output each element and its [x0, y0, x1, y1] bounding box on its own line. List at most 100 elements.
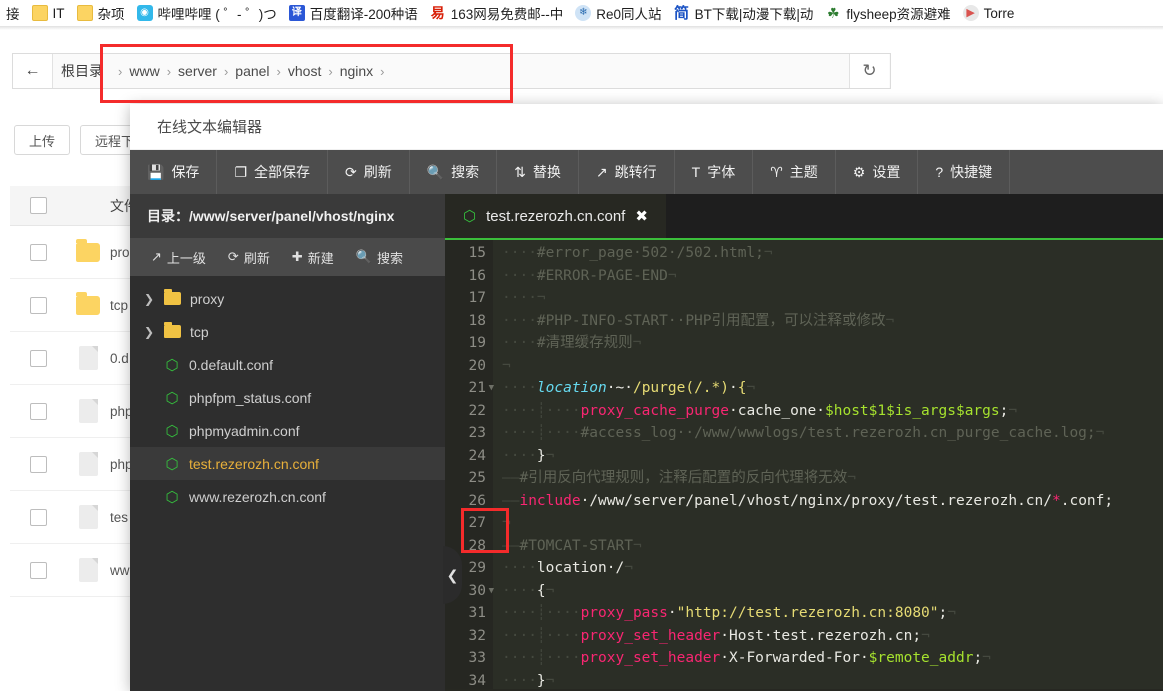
- code-line[interactable]: ····#清理缓存规则¬: [502, 332, 1163, 355]
- line-number[interactable]: 32: [445, 625, 493, 648]
- code-line[interactable]: ····┊····proxy_cache_purge·cache_one·$ho…: [502, 400, 1163, 423]
- breadcrumb-item-nginx[interactable]: nginx: [340, 63, 373, 79]
- tree-item-test.rezerozh.cn.conf[interactable]: ⬡ test.rezerozh.cn.conf: [130, 447, 445, 480]
- tree-item-phpmyadmin.conf[interactable]: ⬡ phpmyadmin.conf: [130, 414, 445, 447]
- code-line[interactable]: ····}¬: [502, 445, 1163, 468]
- code-lines[interactable]: ····#error_page·502·/502.html;¬ ····#ERRO…: [493, 240, 1163, 689]
- tree-plus-button[interactable]: ✚ 新建: [283, 243, 343, 271]
- close-icon[interactable]: ✖: [635, 207, 648, 225]
- line-number[interactable]: 16: [445, 265, 493, 288]
- row-checkbox[interactable]: [10, 296, 66, 314]
- code-line[interactable]: ····┊····proxy_pass·"http://test.rezeroz…: [502, 602, 1163, 625]
- toolbar-refresh-button[interactable]: ⟳ 刷新: [328, 150, 410, 194]
- line-number[interactable]: 21 ▼: [445, 377, 494, 400]
- toolbar-goto-line-button[interactable]: ↗ 跳转行: [579, 150, 675, 194]
- line-number[interactable]: 34: [445, 670, 493, 691]
- bookmark-item[interactable]: 接: [0, 1, 26, 25]
- line-number[interactable]: 17: [445, 287, 493, 310]
- code-line[interactable]: ····#error_page·502·/502.html;¬: [502, 242, 1163, 265]
- breadcrumb-item-vhost[interactable]: vhost: [288, 63, 321, 79]
- torrent-icon: ▶: [962, 5, 979, 21]
- code-line[interactable]: ¬: [502, 355, 1163, 378]
- code-line[interactable]: ····┊····proxy_set_header·X-Forwarded-Fo…: [502, 647, 1163, 670]
- code-token: ¬: [1095, 425, 1105, 441]
- tree-search-button[interactable]: 🔍 搜索: [347, 243, 412, 271]
- back-arrow-icon[interactable]: ←: [13, 54, 53, 88]
- line-number[interactable]: 18: [445, 310, 493, 333]
- code-line[interactable]: ····location·~·/purge(/.*)·{¬: [502, 377, 1163, 400]
- row-checkbox[interactable]: [10, 349, 66, 367]
- toolbar-save-button[interactable]: 💾 保存: [130, 150, 218, 194]
- line-number[interactable]: 15: [445, 242, 493, 265]
- code-editor[interactable]: 15 16 17 18 19 20 21 ▼ 22 23 24 25 26 27 28 29 30 ▼ 31 32 33…: [445, 240, 1163, 689]
- bookmark-item[interactable]: ❄ Re0同人站: [569, 1, 667, 25]
- toolbar-search-button[interactable]: 🔍 搜索: [410, 150, 498, 194]
- toolbar-theme-button[interactable]: ♈ 主题: [753, 150, 836, 194]
- bookmark-item[interactable]: 译百度翻译-200种语: [283, 1, 424, 25]
- bookmark-item[interactable]: IT: [26, 1, 71, 25]
- bookmark-label: 百度翻译-200种语: [309, 7, 418, 22]
- breadcrumb-item-server[interactable]: server: [178, 63, 217, 79]
- line-number[interactable]: 24: [445, 445, 493, 468]
- code-line[interactable]: ····¬: [502, 287, 1163, 310]
- row-checkbox[interactable]: [10, 455, 66, 473]
- tab-test-rezerozh-cn-conf[interactable]: ⬡ test.rezerozh.cn.conf ✖: [445, 194, 666, 238]
- code-line[interactable]: ····┊····#access_log··/www/wwwlogs/test.…: [502, 422, 1163, 445]
- code-token: ·Host·test.rezerozh.cn;: [720, 627, 922, 644]
- toolbar-replace-button[interactable]: ⇅ 替换: [497, 150, 579, 194]
- toolbar-font-button[interactable]: T 字体: [675, 150, 754, 194]
- bookmark-item[interactable]: ▶ Torre: [957, 1, 1021, 25]
- line-number[interactable]: 20: [445, 355, 493, 378]
- file-manager-button[interactable]: 上传: [14, 125, 71, 155]
- code-line[interactable]: ····┊····proxy_set_header·Host·test.reze…: [502, 625, 1163, 648]
- line-number[interactable]: 26: [445, 490, 493, 513]
- line-number[interactable]: 25: [445, 467, 493, 490]
- bookmark-item[interactable]: 易 163网易免费邮--中: [424, 1, 570, 25]
- code-line[interactable]: ····{¬: [502, 580, 1163, 603]
- row-checkbox[interactable]: [10, 243, 66, 261]
- breadcrumb-root[interactable]: 根目录: [53, 61, 111, 81]
- bookmark-item[interactable]: 简 BT下载|动漫下载|动: [668, 1, 820, 25]
- bookmark-item[interactable]: ☘ flysheep资源避难: [819, 1, 956, 25]
- tree-item-proxy[interactable]: ❯ proxy: [130, 282, 445, 315]
- code-token: ¬: [763, 245, 773, 261]
- code-line[interactable]: ····#ERROR-PAGE-END¬: [502, 265, 1163, 288]
- breadcrumb-item-panel[interactable]: panel: [235, 63, 269, 79]
- tree-item-phpfpm_status.conf[interactable]: ⬡ phpfpm_status.conf: [130, 381, 445, 414]
- bookmark-label: 163网易免费邮--中: [450, 7, 564, 22]
- row-checkbox[interactable]: [10, 561, 66, 579]
- code-line[interactable]: ····location·/¬: [502, 557, 1163, 580]
- row-checkbox[interactable]: [10, 402, 66, 420]
- code-line[interactable]: ——include·/www/server/panel/vhost/nginx/…: [502, 490, 1163, 513]
- toolbar-save-all-button[interactable]: ❐ 全部保存: [217, 150, 328, 194]
- tree-item-tcp[interactable]: ❯ tcp: [130, 315, 445, 348]
- chevron-right-icon[interactable]: ❯: [144, 325, 164, 339]
- code-line[interactable]: ····#PHP-INFO-START··PHP引用配置，可以注释或修改¬: [502, 310, 1163, 333]
- refresh-icon[interactable]: ↻: [849, 54, 889, 88]
- bookmark-item[interactable]: ◉ 哔哩哔哩 ( ゜- ゜)つ: [131, 1, 283, 25]
- tree-item-0.default.conf[interactable]: ⬡ 0.default.conf: [130, 348, 445, 381]
- toolbar-help-button[interactable]: ? 快捷键: [918, 150, 1011, 194]
- select-all-checkbox[interactable]: [10, 197, 66, 214]
- line-number[interactable]: 31: [445, 602, 493, 625]
- file-icon: [66, 452, 110, 476]
- line-number[interactable]: 27: [445, 512, 493, 535]
- breadcrumb-item-www[interactable]: www: [129, 63, 159, 79]
- row-checkbox[interactable]: [10, 508, 66, 526]
- code-line[interactable]: ——#TOMCAT-START¬: [502, 535, 1163, 558]
- code-line[interactable]: ——#引用反向代理规则，注释后配置的反向代理将无效¬: [502, 467, 1163, 490]
- chevron-right-icon[interactable]: ❯: [144, 292, 164, 306]
- line-number[interactable]: 23: [445, 422, 493, 445]
- line-number[interactable]: 33: [445, 647, 493, 670]
- code-line[interactable]: ¬: [502, 512, 1163, 535]
- tree-up-level-button[interactable]: ↗ 上一级: [142, 243, 215, 271]
- tree-refresh-button[interactable]: ⟳ 刷新: [219, 243, 279, 271]
- toolbar-gear-button[interactable]: ⚙ 设置: [836, 150, 919, 194]
- code-line[interactable]: ····}¬: [502, 670, 1163, 690]
- fold-toggle-icon[interactable]: ▼: [489, 377, 494, 400]
- fold-toggle-icon[interactable]: ▼: [489, 580, 494, 603]
- line-number[interactable]: 19: [445, 332, 493, 355]
- bookmark-item[interactable]: 杂项: [71, 1, 131, 25]
- line-number[interactable]: 22: [445, 400, 493, 423]
- tree-item-www.rezerozh.cn.conf[interactable]: ⬡ www.rezerozh.cn.conf: [130, 480, 445, 513]
